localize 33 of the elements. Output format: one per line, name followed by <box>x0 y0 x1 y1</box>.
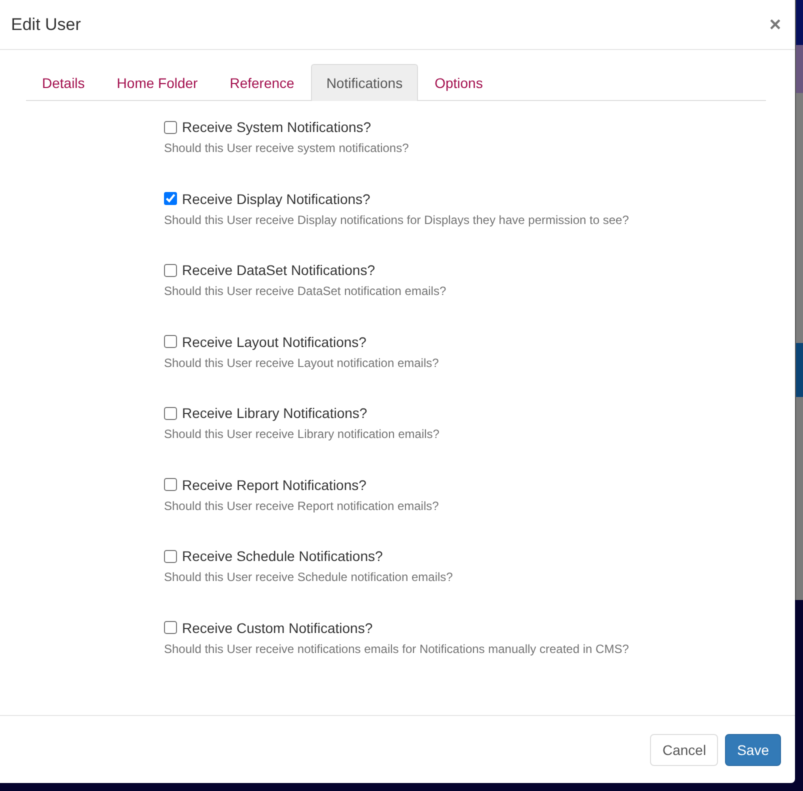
checkbox[interactable] <box>164 335 177 348</box>
checkbox-label: Receive Report Notifications? <box>182 476 366 492</box>
tab[interactable]: Details <box>27 64 100 101</box>
dialog-title: Edit User <box>11 14 81 34</box>
help-text: Should this User receive notifications emails for Notifications manually created in CMS? <box>164 642 630 656</box>
help-text: Should this User receive DataSet notification emails? <box>164 284 448 298</box>
checkbox-label: Receive Schedule Notifications? <box>182 548 383 564</box>
checkbox[interactable] <box>164 550 177 562</box>
tab[interactable]: Reference <box>214 64 310 101</box>
tab[interactable]: Notifications <box>311 64 418 101</box>
checkbox[interactable] <box>164 478 177 491</box>
checkbox-label: Receive Display Notifications? <box>182 190 370 206</box>
help-text: Should this User receive system notifications? <box>164 141 410 155</box>
tab[interactable]: Home Folder <box>102 64 213 101</box>
checkbox-label: Receive Layout Notifications? <box>182 334 366 350</box>
close-button[interactable]: × <box>769 14 781 34</box>
checkbox-label: Receive Custom Notifications? <box>182 620 373 636</box>
checkbox-label: Receive DataSet Notifications? <box>182 262 375 278</box>
tab[interactable]: Options <box>420 64 498 101</box>
checkbox[interactable] <box>164 192 177 205</box>
checkbox-label: Receive Library Notifications? <box>182 405 368 421</box>
help-text: Should this User receive Library notification emails? <box>164 427 440 441</box>
help-text: Should this User receive Schedule notification emails? <box>164 570 454 584</box>
save-button[interactable]: Save <box>725 734 781 766</box>
checkbox[interactable] <box>164 120 177 134</box>
cancel-button[interactable]: Cancel <box>650 734 718 766</box>
help-text: Should this User receive Display notifications for Displays they have permission to see? <box>164 212 630 226</box>
checkbox[interactable] <box>164 264 177 276</box>
help-text: Should this User receive Layout notification emails? <box>164 356 440 370</box>
help-text: Should this User receive Report notification emails? <box>164 498 440 512</box>
checkbox-label: Receive System Notifications? <box>182 119 372 135</box>
checkbox[interactable] <box>164 406 177 420</box>
checkbox[interactable] <box>164 621 177 634</box>
